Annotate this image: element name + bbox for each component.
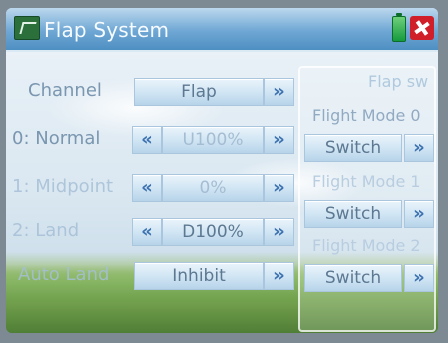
flight-mode-0-label: Flight Mode 0 xyxy=(312,106,421,125)
land-next-button[interactable]: » xyxy=(264,218,294,246)
flight-mode-0-next-button[interactable]: » xyxy=(404,134,434,162)
flight-mode-group-title: Flap sw xyxy=(368,72,429,91)
auto-land-next-button[interactable]: » xyxy=(264,262,294,290)
midpoint-value-button[interactable]: 0% xyxy=(162,174,264,202)
land-prev-button[interactable]: « xyxy=(132,218,162,246)
auto-land-value-button[interactable]: Inhibit xyxy=(134,262,264,290)
normal-value-button[interactable]: U100% xyxy=(162,126,264,154)
normal-prev-button[interactable]: « xyxy=(132,126,162,154)
page-title: Flap System xyxy=(44,18,170,42)
land-value-button[interactable]: D100% xyxy=(162,218,264,246)
midpoint-label: 1: Midpoint xyxy=(12,176,114,197)
flight-mode-0-switch-button[interactable]: Switch xyxy=(304,134,402,162)
land-label: 2: Land xyxy=(12,220,80,241)
flight-mode-1-switch-button[interactable]: Switch xyxy=(304,200,402,228)
auto-land-label: Auto Land xyxy=(18,264,110,285)
channel-next-button[interactable]: » xyxy=(264,78,294,106)
flight-mode-1-next-button[interactable]: » xyxy=(404,200,434,228)
flight-mode-1-label: Flight Mode 1 xyxy=(312,172,421,191)
screen: Flap System Channel Flap » 0: Normal « U… xyxy=(6,8,438,333)
flight-mode-2-switch-button[interactable]: Switch xyxy=(304,264,402,292)
normal-label: 0: Normal xyxy=(12,128,101,149)
channel-label: Channel xyxy=(28,80,102,101)
aircraft-icon[interactable] xyxy=(410,16,434,40)
battery-icon xyxy=(392,13,406,42)
midpoint-next-button[interactable]: » xyxy=(264,174,294,202)
channel-value-button[interactable]: Flap xyxy=(134,78,264,106)
flap-system-icon xyxy=(14,16,40,40)
flight-mode-2-next-button[interactable]: » xyxy=(404,264,434,292)
normal-next-button[interactable]: » xyxy=(264,126,294,154)
midpoint-prev-button[interactable]: « xyxy=(132,174,162,202)
flight-mode-2-label: Flight Mode 2 xyxy=(312,236,421,255)
title-bar: Flap System xyxy=(6,8,438,52)
